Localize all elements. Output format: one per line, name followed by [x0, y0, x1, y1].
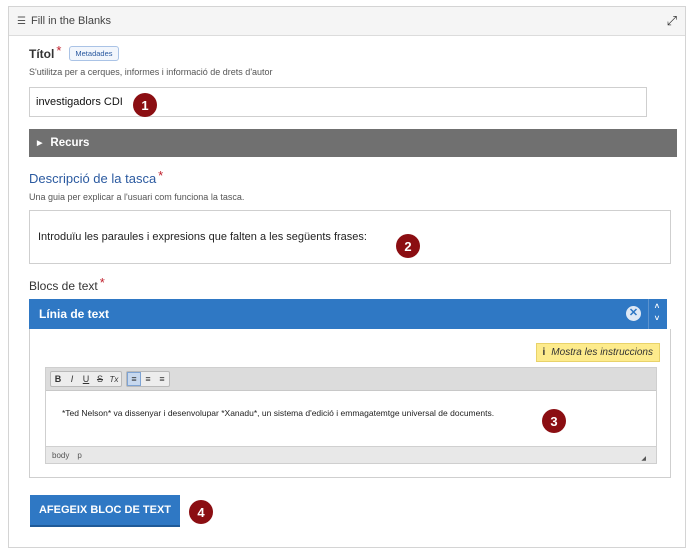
chevron-up-icon[interactable]: ˄	[651, 301, 663, 313]
expand-icon[interactable]: ⤢	[667, 13, 677, 29]
chevron-down-icon[interactable]: ˅	[651, 313, 663, 325]
title-input[interactable]: investigadors CDI	[29, 87, 647, 117]
strikethrough-button[interactable]: S	[93, 372, 107, 386]
title-help: S'utilitza per a cerques, informes i inf…	[29, 67, 273, 77]
blocks-label-row: Blocs de text *	[29, 275, 671, 293]
required-mark: *	[99, 275, 105, 290]
task-help: Una guia per explicar a l'usuari com fun…	[29, 192, 245, 202]
show-instructions-button[interactable]: i Mostra les instruccions	[535, 343, 660, 362]
divider	[648, 299, 649, 329]
callout-badge-1: 1	[133, 93, 157, 117]
bold-button[interactable]: B	[51, 372, 65, 386]
list-icon: ☰	[17, 15, 26, 27]
rich-text-editor: B I U S Tx ≡ ≡ ≡ *Ted Nelson* va disseny…	[45, 367, 657, 464]
resize-grip-icon[interactable]: ◢	[641, 455, 646, 462]
format-group: B I U S Tx	[50, 371, 122, 387]
align-center-icon[interactable]: ≡	[141, 372, 155, 386]
path-p[interactable]: p	[77, 451, 81, 460]
italic-button[interactable]: I	[65, 372, 79, 386]
callout-badge-3: 3	[542, 409, 566, 433]
show-instructions-label: Mostra les instruccions	[551, 347, 653, 358]
clear-format-button[interactable]: Tx	[107, 372, 121, 386]
text-line-title: Línia de text	[39, 307, 110, 321]
path-body[interactable]: body	[52, 451, 69, 460]
editor-frame: ☰ Fill in the Blanks ⤢ Títol * Metadades…	[8, 6, 686, 548]
task-description-label: Descripció de la tasca	[29, 171, 157, 186]
title-label-row: Títol * Metadades	[29, 43, 671, 61]
resource-group[interactable]: ▶ Recurs	[29, 129, 677, 157]
editor-toolbar: B I U S Tx ≡ ≡ ≡	[46, 368, 656, 391]
add-text-block-button[interactable]: AFEGEIX BLOC DE TEXT	[30, 495, 180, 525]
metadata-tag[interactable]: Metadades	[69, 46, 119, 61]
task-label-row: Descripció de la tasca *	[29, 168, 671, 186]
close-circle-icon[interactable]: ✕	[626, 306, 641, 321]
align-right-icon[interactable]: ≡	[155, 372, 169, 386]
text-line-header[interactable]: Línia de text ✕ ˄ ˅	[29, 299, 667, 329]
align-group: ≡ ≡ ≡	[126, 371, 170, 387]
window-title: Fill in the Blanks	[30, 15, 112, 27]
window-header: ☰ Fill in the Blanks ⤢	[9, 7, 685, 36]
required-mark: *	[158, 168, 164, 183]
info-icon: i	[542, 347, 546, 358]
align-left-icon[interactable]: ≡	[127, 372, 141, 386]
caret-right-icon: ▶	[37, 140, 43, 147]
reorder-controls: ˄ ˅	[651, 301, 663, 325]
editor-statusbar: body p ◢	[46, 446, 656, 463]
form-content: Títol * Metadades S'utilitza per a cerqu…	[9, 43, 685, 478]
required-mark: *	[56, 43, 62, 58]
title-label: Títol	[29, 46, 55, 61]
text-blocks-label: Blocs de text	[29, 278, 98, 293]
task-description-input[interactable]: Introduïu les paraules i expresions que …	[29, 210, 671, 264]
underline-button[interactable]: U	[79, 372, 93, 386]
resource-label: Recurs	[50, 137, 90, 149]
callout-badge-2: 2	[396, 234, 420, 258]
text-line-body: i Mostra les instruccions B I U S Tx ≡ ≡ …	[29, 329, 671, 478]
callout-badge-4: 4	[189, 500, 213, 524]
